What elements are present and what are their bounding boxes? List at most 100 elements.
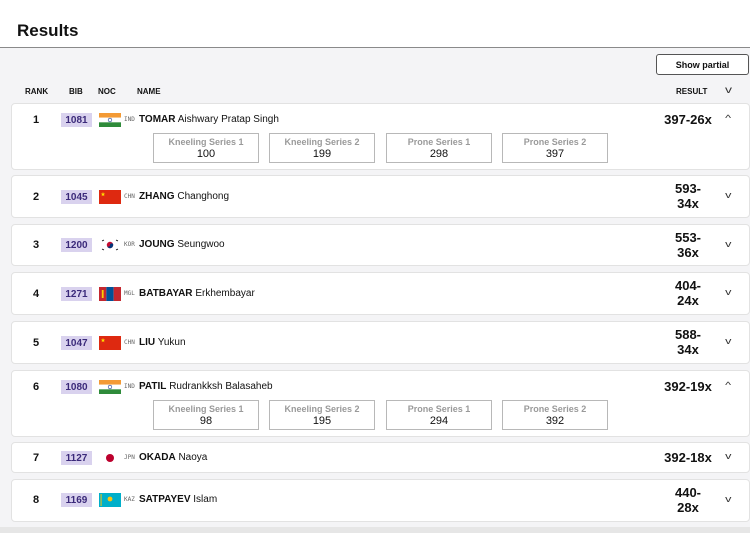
chevron-down-icon[interactable]: v [725, 287, 731, 297]
show-partial-button[interactable]: Show partial [656, 54, 749, 75]
series-value: 392 [545, 415, 565, 427]
athlete-name: JOUNG Seungwoo [139, 239, 225, 250]
series-value: 100 [196, 148, 216, 160]
series-card: Kneeling Series 2 199 [269, 133, 375, 163]
chevron-down-icon[interactable]: v [725, 85, 732, 96]
athlete-name: OKADA Naoya [139, 452, 207, 463]
table-row[interactable]: 6 1080 IND PATIL Rudrankksh Balasaheb 39… [11, 370, 750, 437]
athlete-given-name: Erkhembayar [195, 288, 255, 299]
athlete-name: BATBAYAR Erkhembayar [139, 288, 255, 299]
result-line: 588- [674, 327, 702, 342]
series-value: 298 [429, 148, 449, 160]
result-value: 553- 36x [662, 230, 714, 260]
chevron-down-icon[interactable]: v [725, 239, 731, 249]
japan-flag-icon [99, 451, 121, 465]
series-value: 294 [429, 415, 449, 427]
column-header-bib: BIB [69, 87, 83, 96]
series-label: Prone Series 1 [407, 404, 471, 414]
athlete-given-name: Aishwary Pratap Singh [177, 114, 279, 125]
chevron-down-icon[interactable]: v [725, 336, 731, 346]
results-page: Results Show partial RANK BIB NOC NAME R… [0, 0, 750, 533]
athlete-given-name: Changhong [177, 191, 230, 202]
result-line: 36x [677, 245, 699, 260]
india-flag-icon [99, 380, 121, 394]
rank: 5 [33, 337, 40, 349]
series-value: 397 [545, 148, 565, 160]
noc-code: CHN [124, 193, 135, 200]
series-card: Prone Series 1 298 [386, 133, 492, 163]
rank: 6 [33, 381, 40, 393]
result-line: 34x [677, 342, 699, 357]
series-label: Prone Series 2 [523, 404, 587, 414]
series-card: Prone Series 2 397 [502, 133, 608, 163]
chevron-down-icon[interactable]: v [725, 190, 731, 200]
result-line: 553- [674, 230, 702, 245]
noc-code: CHN [124, 339, 135, 346]
series-card: Kneeling Series 1 98 [153, 400, 259, 430]
athlete-given-name: Naoya [178, 452, 208, 463]
column-header-name: NAME [137, 87, 161, 96]
result-value: 593- 34x [662, 181, 714, 211]
series-label: Kneeling Series 2 [284, 404, 360, 414]
table-row[interactable]: 8 1169 KAZ SATPAYEV Islam 440- 28x v [11, 479, 750, 522]
mongolia-flag-icon [99, 287, 121, 301]
chevron-up-icon[interactable]: ^ [725, 113, 731, 123]
table-row[interactable]: 3 1200 KOR JOUNG Seungwoo 553- 36x v [11, 224, 750, 266]
athlete-surname: BATBAYAR [139, 288, 193, 299]
athlete-given-name: Islam [193, 494, 218, 505]
series-card: Prone Series 1 294 [386, 400, 492, 430]
athlete-surname: LIU [139, 337, 156, 348]
result-value: 392-18x [664, 450, 712, 465]
india-flag-icon [99, 113, 121, 127]
noc-code: KAZ [124, 496, 135, 503]
rank: 7 [33, 452, 40, 464]
table-row[interactable]: 2 1045 CHN ZHANG Changhong 593- 34x v [11, 175, 750, 218]
athlete-name: ZHANG Changhong [139, 191, 229, 202]
chevron-up-icon[interactable]: ^ [725, 380, 731, 390]
athlete-name: PATIL Rudrankksh Balasaheb [139, 381, 273, 392]
athlete-surname: TOMAR [139, 114, 176, 125]
korea-flag-icon [99, 238, 121, 252]
china-flag-icon [99, 336, 121, 350]
rank: 2 [33, 191, 40, 203]
rank: 3 [33, 239, 40, 251]
noc-code: IND [124, 116, 135, 123]
bib-badge: 1127 [61, 451, 92, 465]
series-card: Kneeling Series 2 195 [269, 400, 375, 430]
table-row[interactable]: 7 1127 JPN OKADA Naoya 392-18x v [11, 442, 750, 473]
series-card: Kneeling Series 1 100 [153, 133, 259, 163]
athlete-given-name: Rudrankksh Balasaheb [169, 381, 273, 392]
results-header: Results [0, 0, 750, 48]
athlete-surname: OKADA [139, 452, 176, 463]
result-value: 404- 24x [662, 278, 714, 308]
series-value: 199 [312, 148, 332, 160]
bib-badge: 1047 [61, 336, 92, 350]
table-row[interactable]: 1 1081 IND TOMAR Aishwary Pratap Singh 3… [11, 103, 750, 170]
kazakhstan-flag-icon [99, 493, 121, 507]
series-card: Prone Series 2 392 [502, 400, 608, 430]
horizontal-scrollbar[interactable] [0, 527, 750, 533]
athlete-surname: ZHANG [139, 191, 175, 202]
athlete-name: TOMAR Aishwary Pratap Singh [139, 114, 279, 125]
noc-code: MGL [124, 290, 135, 297]
result-value: 392-19x [664, 379, 712, 394]
noc-code: KOR [124, 241, 135, 248]
athlete-surname: SATPAYEV [139, 494, 191, 505]
bib-badge: 1200 [61, 238, 92, 252]
athlete-given-name: Seungwoo [177, 239, 225, 250]
column-header-result: RESULT [676, 87, 708, 96]
china-flag-icon [99, 190, 121, 204]
athlete-surname: PATIL [139, 381, 167, 392]
result-line: 24x [677, 293, 699, 308]
table-row[interactable]: 4 1271 MGL BATBAYAR Erkhembayar 404- 24x … [11, 272, 750, 315]
rank: 4 [33, 288, 40, 300]
chevron-down-icon[interactable]: v [725, 451, 731, 461]
chevron-down-icon[interactable]: v [725, 494, 731, 504]
result-line: 593- [674, 181, 702, 196]
athlete-name: SATPAYEV Islam [139, 494, 217, 505]
result-line: 34x [677, 196, 699, 211]
table-row[interactable]: 5 1047 CHN LIU Yukun 588- 34x v [11, 321, 750, 364]
result-line: 28x [677, 500, 699, 515]
column-header-noc: NOC [98, 87, 116, 96]
page-title: Results [17, 21, 79, 40]
